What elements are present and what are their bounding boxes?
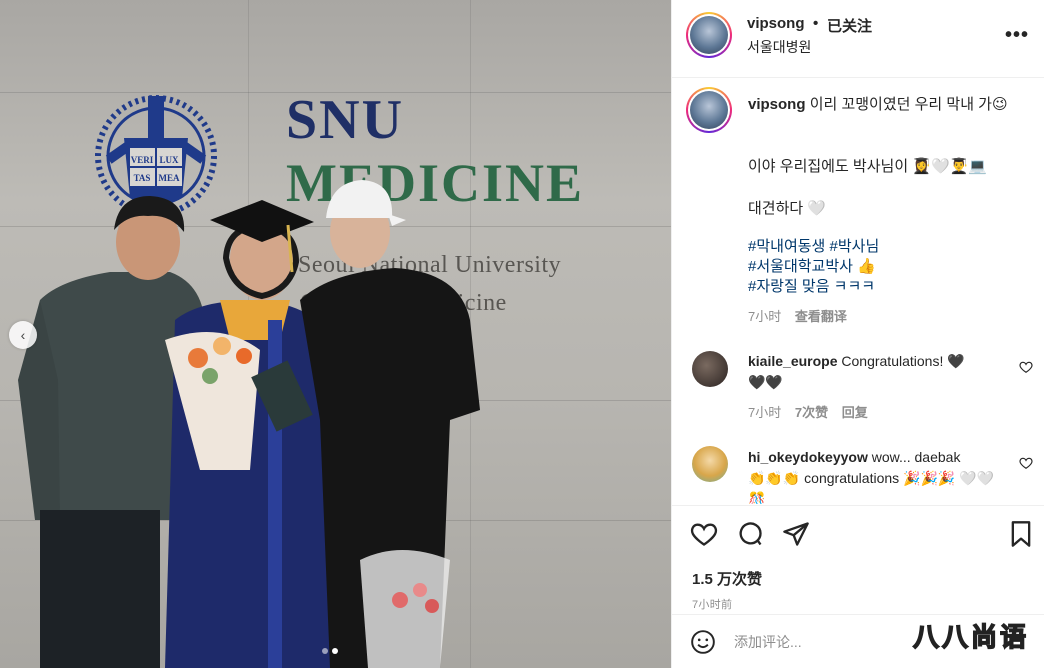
- header-separator: •: [813, 15, 819, 32]
- comments-list[interactable]: vipsong 이리 꼬맹이였던 우리 막내 가😉 이야 우리집에도 박사님이 …: [672, 79, 1044, 504]
- comment-username[interactable]: hi_okeydokeyyow: [748, 449, 868, 465]
- reply-button[interactable]: 回复: [842, 405, 868, 420]
- more-options-icon[interactable]: •••: [1005, 24, 1029, 47]
- post-side-panel: vipsong • 已关注 서울대병원 ••• vipsong 이리 꼬맹이였던…: [671, 0, 1044, 668]
- comment-text: 🎊: [748, 491, 766, 504]
- caption-hashtags[interactable]: #서울대학교박사 👍: [748, 257, 876, 277]
- post-time: 7小时前: [692, 599, 733, 611]
- caption-hashtags[interactable]: #막내여동생 #박사님: [748, 237, 879, 257]
- caption-text-3: 대견하다 🤍: [748, 200, 827, 217]
- comment-avatar[interactable]: [692, 446, 728, 482]
- avatar[interactable]: [686, 12, 732, 58]
- caption-text-2: 이야 우리집에도 박사님이 👩‍🎓🤍👨‍🎓💻: [748, 158, 988, 175]
- header-location[interactable]: 서울대병원: [747, 37, 811, 57]
- chevron-left-icon: ‹: [20, 327, 26, 343]
- comment-line: kiaile_europe Congratulations! 🖤: [748, 351, 998, 371]
- carousel-dot-active[interactable]: [332, 648, 338, 654]
- caption-hashtags[interactable]: #자랑질 맞음 ㅋㅋㅋ: [748, 277, 875, 297]
- comment-avatar[interactable]: [692, 351, 728, 387]
- watermark: 八八尚语: [912, 622, 1029, 653]
- comment-heart-icon[interactable]: [1019, 456, 1033, 470]
- heart-icon[interactable]: [690, 520, 718, 548]
- carousel-prev-button[interactable]: ‹: [9, 321, 37, 349]
- bookmark-icon[interactable]: [1007, 520, 1035, 548]
- emoji-icon[interactable]: [690, 629, 716, 655]
- comment-username[interactable]: kiaile_europe: [748, 353, 838, 369]
- comment-meta: 7小时 7次赞 回复: [748, 402, 868, 421]
- share-icon[interactable]: [782, 520, 810, 548]
- people-illustration: [18, 180, 480, 668]
- post-header: vipsong • 已关注 서울대병원 •••: [672, 0, 1044, 78]
- likes-count[interactable]: 1.5 万次赞: [692, 568, 762, 589]
- caption-meta: 7小时 查看翻译: [748, 306, 847, 325]
- caption-line: vipsong 이리 꼬맹이였던 우리 막내 가😉: [748, 95, 1028, 115]
- carousel-dots: [322, 648, 338, 654]
- add-comment-bar: 八八尚语: [672, 614, 1044, 668]
- comment-icon[interactable]: [736, 520, 764, 548]
- comment-text: Congratulations! 🖤: [841, 353, 965, 369]
- caption-text: 이리 꼬맹이였던 우리 막내 가😉: [809, 96, 1008, 113]
- post-photo[interactable]: VERI LUX TAS MEA SNU MEDICINE Seoul Nati…: [0, 0, 671, 668]
- caption-username[interactable]: vipsong: [748, 96, 806, 113]
- caption-avatar[interactable]: [686, 87, 732, 133]
- carousel-dot[interactable]: [322, 648, 328, 654]
- comment-likes[interactable]: 7次赞: [795, 405, 828, 420]
- translate-link[interactable]: 查看翻译: [795, 309, 847, 324]
- caption-time: 7小时: [748, 309, 782, 324]
- comment-time: 7小时: [748, 405, 782, 420]
- header-username[interactable]: vipsong: [747, 15, 805, 32]
- comment-heart-icon[interactable]: [1019, 360, 1033, 374]
- avatar-image: [690, 91, 728, 129]
- comment-text: 👏👏👏 congratulations 🎉🎉🎉 🤍🤍: [748, 470, 995, 486]
- comment-text: wow... daebak: [871, 449, 961, 465]
- comment-input[interactable]: [734, 627, 934, 657]
- comment-text: 🖤🖤: [748, 374, 783, 390]
- follow-status-button[interactable]: 已关注: [827, 15, 872, 36]
- avatar-image: [690, 16, 728, 54]
- comment-line: hi_okeydokeyyow wow... daebak: [748, 447, 998, 467]
